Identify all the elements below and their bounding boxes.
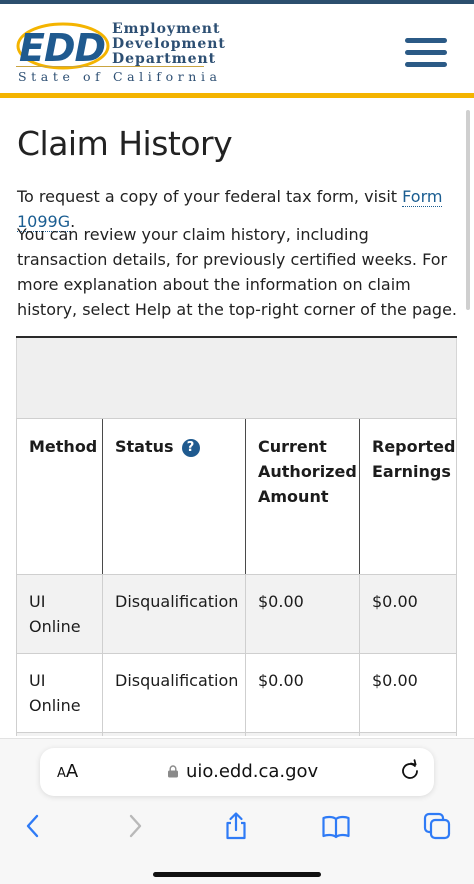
table-header-row: Method Status? Current Authorized Amount… [16, 418, 457, 575]
text-size-button[interactable]: AA [57, 761, 78, 782]
share-icon[interactable] [221, 811, 251, 841]
cell-status [102, 733, 245, 736]
site-header: EDD Employment Development Department St… [0, 4, 474, 94]
cell-authorized-amount [245, 733, 359, 736]
bookmarks-icon[interactable] [321, 811, 351, 841]
address-bar[interactable]: AA uio.edd.ca.gov [40, 748, 434, 796]
header-reported-earnings[interactable]: Reported Earnings [359, 419, 457, 575]
logo-divider [16, 66, 204, 67]
url-text[interactable]: uio.edd.ca.gov [186, 761, 318, 782]
header-status-label: Status [115, 437, 174, 456]
cell-status: Disqualification [102, 575, 245, 654]
logo-line-3: Department [112, 51, 217, 67]
logo-state-text: State of California [18, 69, 222, 84]
table-row[interactable]: UI Online Disqualification $0.00 $0.00 [16, 653, 457, 733]
page-title: Claim History [17, 124, 233, 163]
header-current-authorized-amount[interactable]: Current Authorized Amount [245, 419, 359, 575]
cell-reported-earnings: $0.00 [359, 654, 457, 733]
forward-icon[interactable] [120, 811, 150, 841]
cell-authorized-amount: $0.00 [245, 575, 359, 654]
browser-toolbar: AA uio.edd.ca.gov [0, 738, 474, 884]
home-indicator[interactable] [153, 872, 321, 877]
logo-line-1: Employment [112, 21, 221, 37]
back-icon[interactable] [18, 811, 48, 841]
claim-history-description: You can review your claim history, inclu… [17, 225, 457, 319]
table-row[interactable]: UI Online Disqualification $0.00 $0.00 [16, 574, 457, 654]
cell-reported-earnings: $0.00 [359, 575, 457, 654]
cell-method [16, 733, 102, 736]
header-gold-bar [0, 93, 474, 98]
hamburger-menu-icon[interactable] [405, 38, 447, 72]
cell-authorized-amount: $0.00 [245, 654, 359, 733]
table-top-band [16, 338, 457, 420]
logo-abbr: EDD [19, 26, 106, 70]
page-scrollbar[interactable] [466, 110, 470, 310]
intro-prefix: To request a copy of your federal tax fo… [17, 187, 403, 206]
question-circle-icon[interactable]: ? [181, 439, 200, 457]
cell-reported-earnings [359, 733, 457, 736]
tabs-icon[interactable] [422, 811, 452, 841]
cell-method: UI Online [16, 654, 102, 733]
header-status[interactable]: Status? [102, 419, 245, 575]
logo-line-2: Development [112, 36, 226, 52]
lock-icon [168, 765, 178, 778]
table-row-partial[interactable] [16, 732, 457, 736]
edd-logo[interactable]: EDD Employment Development Department St… [16, 14, 225, 86]
header-method[interactable]: Method [16, 419, 102, 575]
logo-department-name: Employment Development Department [112, 22, 226, 67]
cell-method: UI Online [16, 575, 102, 654]
claim-history-table: Method Status? Current Authorized Amount… [16, 336, 457, 736]
reload-icon[interactable] [398, 759, 422, 783]
cell-status: Disqualification [102, 654, 245, 733]
